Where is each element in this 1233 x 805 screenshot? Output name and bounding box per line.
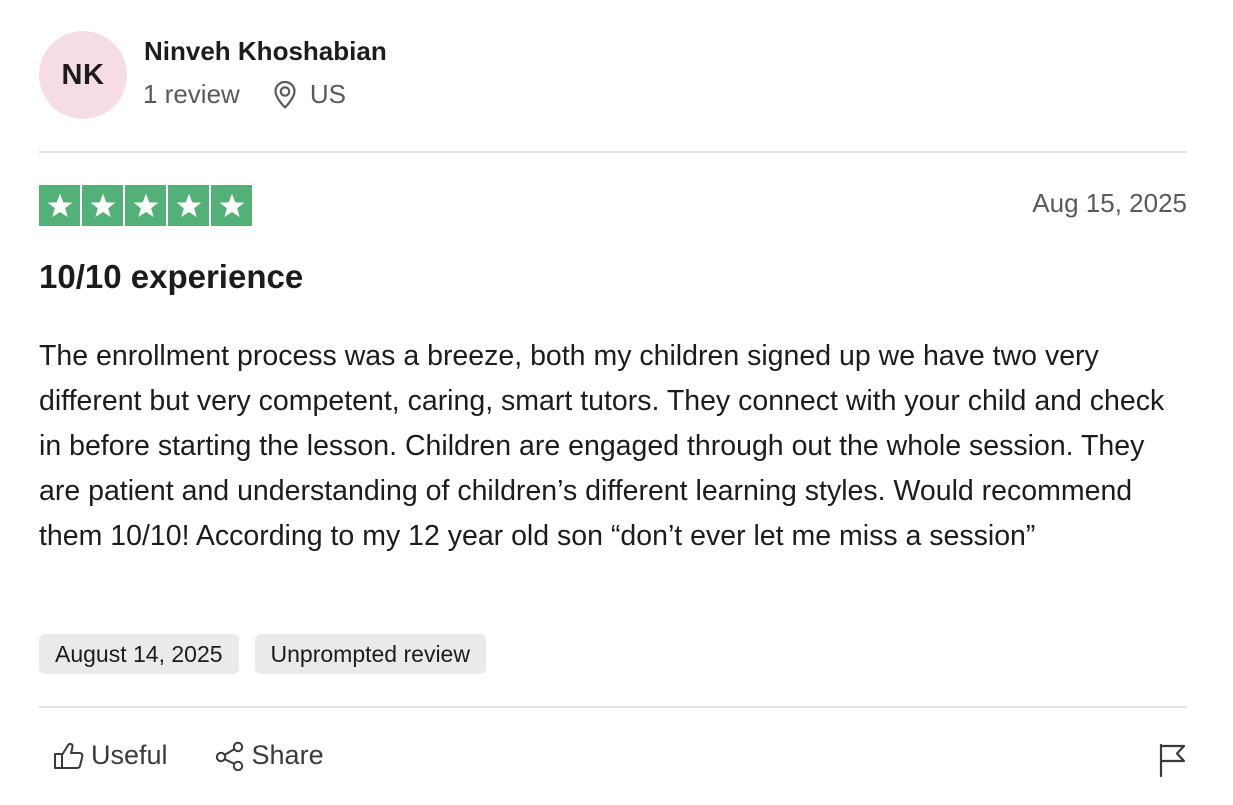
review-type-badge[interactable]: Unprompted review xyxy=(254,634,486,674)
star-icon xyxy=(211,185,252,226)
review-title[interactable]: 10/10 experience xyxy=(39,258,303,296)
review-card: NK Ninveh Khoshabian 1 review US Aug 15,… xyxy=(39,0,1187,805)
star-icon xyxy=(39,185,80,226)
review-chips: August 14, 2025 Unprompted review xyxy=(39,634,486,674)
share-icon xyxy=(214,741,246,771)
divider xyxy=(39,151,1187,153)
star-icon xyxy=(168,185,209,226)
reviewer-name[interactable]: Ninveh Khoshabian xyxy=(144,36,387,67)
reviewer-location: US xyxy=(309,79,346,109)
thumbs-up-icon xyxy=(53,741,85,771)
experience-date-badge: August 14, 2025 xyxy=(39,634,239,674)
star-rating xyxy=(39,185,252,226)
share-label: Share xyxy=(251,740,324,770)
reviewer-header: NK Ninveh Khoshabian 1 review US xyxy=(39,31,1187,119)
divider xyxy=(39,706,1187,708)
star-icon xyxy=(125,185,166,226)
map-pin-icon xyxy=(272,80,298,110)
review-actions: Useful Share xyxy=(53,740,324,771)
review-date: Aug 15, 2025 xyxy=(1032,188,1187,218)
review-body: The enrollment process was a breeze, bot… xyxy=(39,340,1165,552)
share-button[interactable]: Share xyxy=(214,740,324,771)
report-button[interactable] xyxy=(1157,742,1187,778)
star-icon xyxy=(82,185,123,226)
avatar[interactable]: NK xyxy=(39,31,127,119)
useful-label: Useful xyxy=(91,740,168,770)
flag-icon xyxy=(1157,742,1187,778)
review-count: 1 review xyxy=(143,79,240,109)
useful-button[interactable]: Useful xyxy=(53,740,168,771)
reviewer-meta: 1 review US xyxy=(143,79,346,110)
